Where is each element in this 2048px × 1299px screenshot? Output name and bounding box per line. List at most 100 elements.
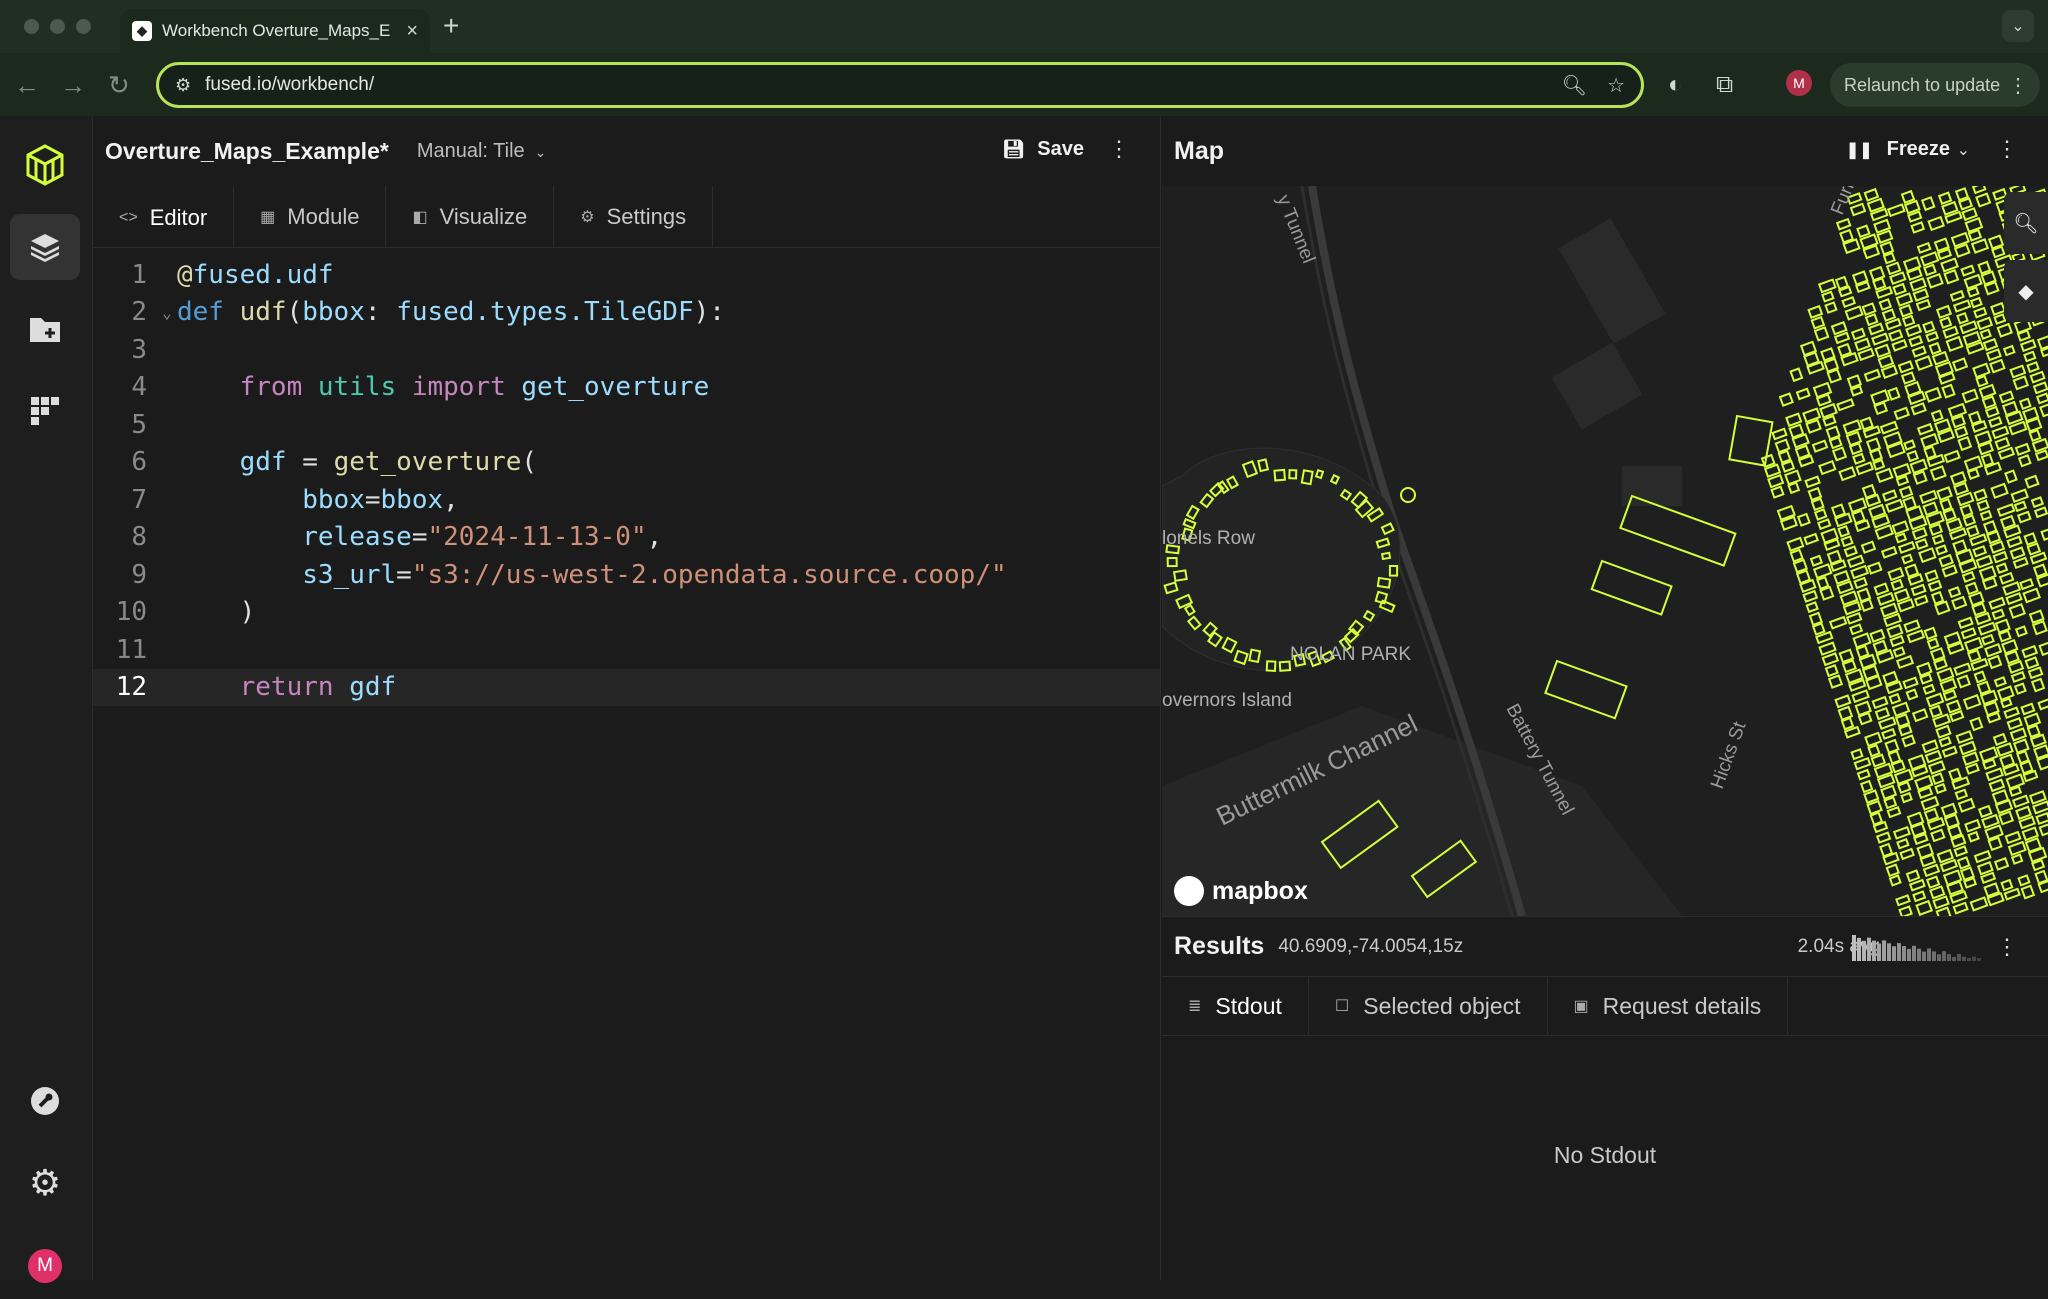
code-line[interactable]: 4 from utils import get_overture	[93, 369, 1160, 407]
sparkline-bar	[1927, 948, 1931, 961]
browser-tab-title: Workbench Overture_Maps_E	[162, 21, 391, 40]
map-more-icon[interactable]: ⋮	[1996, 136, 2018, 162]
new-tab-button[interactable]: +	[443, 10, 459, 42]
sparkline-bar	[1907, 948, 1911, 961]
tab-visualize[interactable]: ◧ Visualize	[386, 186, 555, 247]
map-layers-icon[interactable]: ◆	[2004, 260, 2048, 322]
close-window-button[interactable]	[24, 19, 39, 34]
extension-icon[interactable]: ◐	[1668, 71, 1683, 99]
tab-editor-label: Editor	[149, 204, 208, 230]
code-line[interactable]: 2 ⌄ def udf(bbox: fused.types.TileGDF):	[93, 294, 1160, 332]
sparkline-bar	[1977, 958, 1981, 961]
code-token: gdf	[333, 672, 397, 703]
code-line[interactable]: 7 bbox=bbox,	[93, 481, 1160, 519]
line-number: 11	[115, 634, 147, 665]
tab-module-label: Module	[287, 203, 360, 229]
chevron-down-icon[interactable]: ⌄	[1957, 140, 1970, 160]
fused-logo-icon[interactable]	[10, 132, 80, 198]
tab-stdout[interactable]: ≣ Stdout	[1162, 977, 1309, 1035]
line-number: 7	[131, 484, 147, 515]
settings-gear-icon[interactable]: ⚙	[10, 1150, 80, 1216]
site-settings-icon[interactable]: ⚙	[175, 75, 191, 96]
code-line[interactable]: 11	[93, 631, 1160, 669]
freeze-label: Freeze	[1886, 138, 1950, 160]
code-line[interactable]: 1 @fused.udf	[93, 256, 1160, 294]
user-avatar[interactable]: M	[10, 1233, 80, 1299]
sparkline-bar	[1962, 956, 1966, 961]
code-token: import	[411, 372, 506, 403]
extensions-puzzle-icon[interactable]: ⧉	[1716, 71, 1733, 99]
bookmark-star-icon[interactable]: ☆	[1607, 73, 1625, 98]
code-token: (	[521, 447, 538, 478]
sparkline-bar	[1972, 956, 1976, 961]
code-line[interactable]: 5	[93, 406, 1160, 444]
udf-name[interactable]: Overture_Maps_Example*	[105, 138, 389, 165]
code-line[interactable]: 10 )	[93, 594, 1160, 632]
freeze-button[interactable]: ❚❚ Freeze	[1846, 138, 1950, 161]
sparkline-bar	[1937, 954, 1941, 961]
editor-more-icon[interactable]: ⋮	[1108, 136, 1130, 162]
code-line[interactable]: 3	[93, 331, 1160, 369]
code-line[interactable]: 6 gdf = get_overture(	[93, 444, 1160, 482]
url-input[interactable]: fused.io/workbench/	[205, 74, 1542, 96]
code-line-current[interactable]: 12 return gdf	[93, 668, 1160, 706]
layers-icon[interactable]	[10, 214, 80, 280]
run-mode-select[interactable]: Manual: Tile ⌄	[417, 140, 547, 163]
address-bar[interactable]: ⚙ fused.io/workbench/ 🔍︎ ☆	[156, 62, 1644, 108]
close-tab-icon[interactable]: ×	[406, 20, 418, 43]
code-token: gdf	[239, 447, 287, 478]
reload-icon[interactable]: ↻	[108, 70, 130, 101]
code-token: bbox	[302, 484, 365, 515]
editor-header: Overture_Maps_Example* Manual: Tile ⌄ 💾︎ …	[93, 116, 1160, 186]
tab-settings[interactable]: ⚙ Settings	[554, 186, 714, 247]
add-folder-icon[interactable]	[10, 296, 80, 362]
editor-tabs: <> Editor ▦ Module ◧ Visualize ⚙ Settings	[93, 186, 1160, 248]
sparkline-bar	[1952, 957, 1956, 961]
code-icon: <>	[119, 208, 138, 226]
results-more-icon[interactable]: ⋮	[1996, 934, 2018, 960]
tab-editor[interactable]: <> Editor	[93, 186, 235, 247]
zoom-icon[interactable]: 🔍︎	[1562, 73, 1587, 98]
maximize-window-button[interactable]	[76, 19, 91, 34]
map-label-nolan-park: NOLAN PARK	[1290, 644, 1411, 665]
browser-tab[interactable]: ◆ Workbench Overture_Maps_E ×	[120, 9, 430, 53]
tab-request-details[interactable]: ▣ Request details	[1548, 977, 1789, 1035]
line-number: 1	[131, 259, 147, 290]
tab-selected-object[interactable]: ☐ Selected object	[1309, 977, 1548, 1035]
code-line[interactable]: 9 s3_url="s3://us-west-2.opendata.source…	[93, 556, 1160, 594]
sparkline-bar	[1922, 951, 1926, 961]
code-token: bbox	[380, 484, 444, 515]
profile-avatar[interactable]: M	[1786, 70, 1812, 96]
line-number: 8	[131, 522, 147, 553]
catalog-grid-icon[interactable]	[10, 378, 80, 444]
browser-menu-icon[interactable]: ⋮	[2008, 73, 2028, 98]
sparkline-bar	[1967, 958, 1971, 961]
wrench-icon[interactable]	[10, 1068, 80, 1134]
code-token: fused.udf	[192, 259, 334, 290]
forward-icon[interactable]: →	[60, 70, 86, 101]
sparkline-bar	[1912, 945, 1916, 961]
relaunch-label: Relaunch to update	[1844, 74, 2001, 95]
map-label-governors: overnors Island	[1162, 690, 1292, 711]
code-token: s3_url	[302, 559, 397, 590]
map-title: Map	[1174, 136, 1224, 165]
map-search-icon[interactable]: 🔍︎	[2004, 192, 2048, 254]
minimize-window-button[interactable]	[50, 19, 65, 34]
back-icon[interactable]: ←	[14, 70, 40, 101]
tab-module[interactable]: ▦ Module	[234, 186, 387, 247]
code-editor[interactable]: 1 @fused.udf 2 ⌄ def udf(bbox: fused.types.…	[93, 248, 1160, 706]
save-button[interactable]: 💾︎ Save	[1002, 138, 1084, 161]
mapbox-attribution[interactable]: mapbox	[1174, 876, 1308, 906]
sparkline-bar	[1942, 951, 1946, 961]
line-number: 3	[131, 334, 147, 365]
fold-chevron-icon[interactable]: ⌄	[157, 303, 177, 322]
results-header: Results 40.6909,-74.0054,15z 2.04s avg ⋮	[1162, 916, 2048, 976]
sparkline-bar	[1897, 943, 1901, 961]
relaunch-button[interactable]: Relaunch to update ⋮	[1830, 63, 2040, 107]
map-label-colonels-row: lonels Row	[1162, 528, 1255, 549]
tab-selected-object-label: Selected object	[1363, 992, 1521, 1019]
map-canvas[interactable]: y Tunnel lonels Row NOLAN PARK overnors Isl…	[1162, 186, 2048, 916]
tab-search-button[interactable]: ⌄	[2002, 10, 2034, 42]
code-line[interactable]: 8 release="2024-11-13-0",	[93, 519, 1160, 557]
